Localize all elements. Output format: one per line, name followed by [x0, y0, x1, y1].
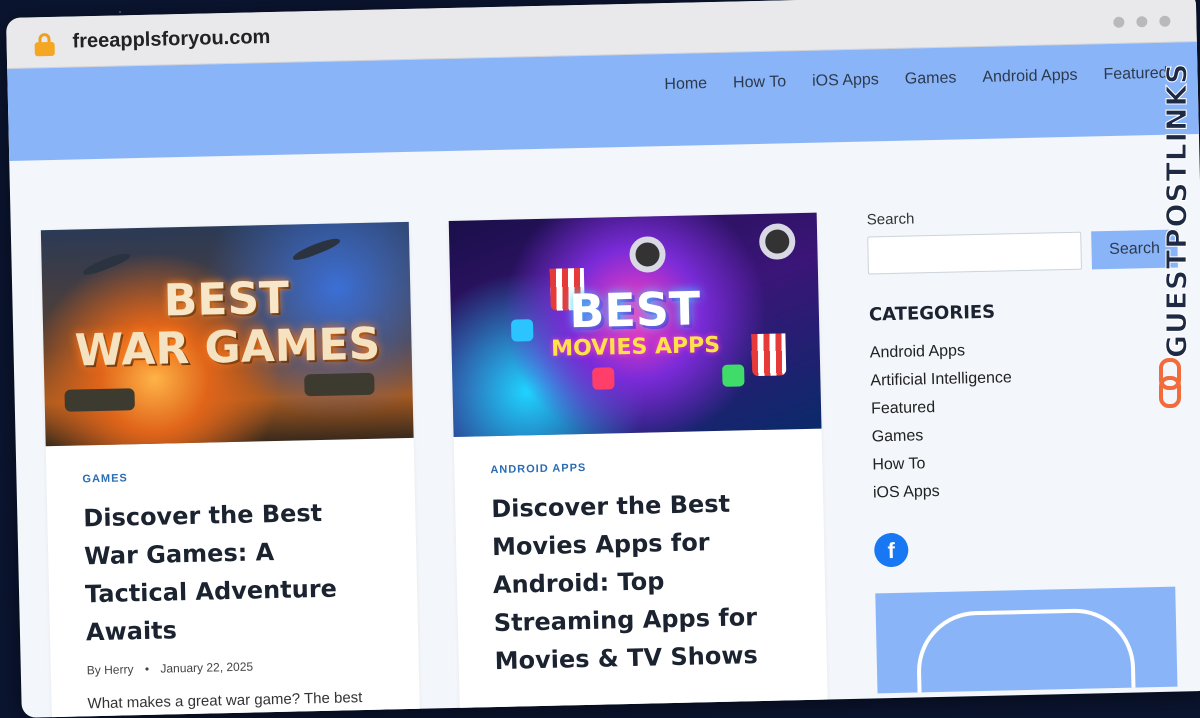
post-body: ANDROID APPS Discover the Best Movies Ap…	[454, 429, 827, 681]
post-date: January 22, 2025	[160, 659, 254, 676]
nav-android-apps[interactable]: Android Apps	[982, 67, 1078, 87]
thumbnail-title: BEST MOVIES APPS	[450, 281, 820, 363]
window-dot-icon[interactable]	[1113, 16, 1125, 28]
post-category[interactable]: GAMES	[82, 467, 378, 485]
post-card: BEST WAR GAMES GAMES Discover the Best W…	[40, 221, 421, 718]
thumbnail-title: BEST WAR GAMES	[42, 273, 412, 377]
categories-list: Android Apps Artificial Intelligence Fea…	[870, 332, 1194, 507]
jet-icon	[81, 250, 132, 278]
main-content: BEST WAR GAMES GAMES Discover the Best W…	[9, 134, 1200, 718]
link-icon	[1156, 358, 1182, 408]
post-meta: By Herry • January 22, 2025	[87, 657, 383, 678]
film-reel-icon	[758, 223, 796, 260]
search-input[interactable]	[867, 231, 1082, 275]
film-reel-icon	[629, 236, 666, 273]
tank-icon	[64, 388, 135, 412]
lock-icon	[34, 32, 55, 57]
nav-games[interactable]: Games	[905, 69, 957, 88]
window-dot-icon[interactable]	[1136, 16, 1148, 28]
categories-heading: CATEGORIES	[868, 301, 996, 326]
post-category[interactable]: ANDROID APPS	[490, 457, 786, 476]
main-nav: Home How To iOS Apps Games Android Apps …	[664, 65, 1168, 94]
search-form: Search	[867, 229, 1188, 275]
nav-ios-apps[interactable]: iOS Apps	[812, 71, 879, 91]
browser-window: freeapplsforyou.com Home How To iOS Apps…	[6, 0, 1200, 718]
search-label: Search	[866, 210, 915, 229]
post-thumbnail[interactable]: BEST MOVIES APPS	[448, 212, 822, 437]
tank-icon	[304, 372, 375, 397]
post-thumbnail[interactable]: BEST WAR GAMES	[40, 221, 414, 447]
app-icon	[722, 364, 745, 387]
jet-icon	[291, 235, 342, 263]
cloud-icon	[915, 607, 1137, 694]
meta-separator: •	[144, 661, 150, 677]
sidebar: Search Search CATEGORIES Android Apps Ar…	[866, 204, 1198, 694]
thumbnail-title-line2: WAR GAMES	[74, 318, 381, 377]
thumbnail-title-line1: BEST	[568, 281, 701, 339]
nav-how-to[interactable]: How To	[733, 73, 786, 92]
app-icon	[592, 367, 615, 390]
facebook-icon[interactable]: f	[873, 532, 909, 568]
address-bar-url[interactable]: freeapplsforyou.com	[72, 26, 270, 53]
nav-home[interactable]: Home	[664, 75, 707, 94]
category-link[interactable]: iOS Apps	[873, 472, 1194, 507]
post-body: GAMES Discover the Best War Games: A Tac…	[46, 438, 420, 713]
post-title[interactable]: Discover the Best War Games: A Tactical …	[83, 493, 382, 652]
post-card: BEST MOVIES APPS ANDROID APPS Discover t…	[448, 212, 829, 718]
post-excerpt: What makes a great war game? The best	[87, 689, 363, 713]
post-title[interactable]: Discover the Best Movies Apps for Androi…	[491, 483, 791, 680]
watermark-text: GUESTPOSTLINKS	[1160, 62, 1194, 358]
window-controls	[1101, 12, 1171, 33]
watermark: GUESTPOSTLINKS	[1159, 58, 1194, 408]
advertisement-banner[interactable]	[875, 586, 1178, 694]
nav-featured[interactable]: Featured	[1103, 65, 1167, 84]
author-prefix: By	[86, 663, 101, 678]
window-dot-icon[interactable]	[1159, 15, 1171, 27]
